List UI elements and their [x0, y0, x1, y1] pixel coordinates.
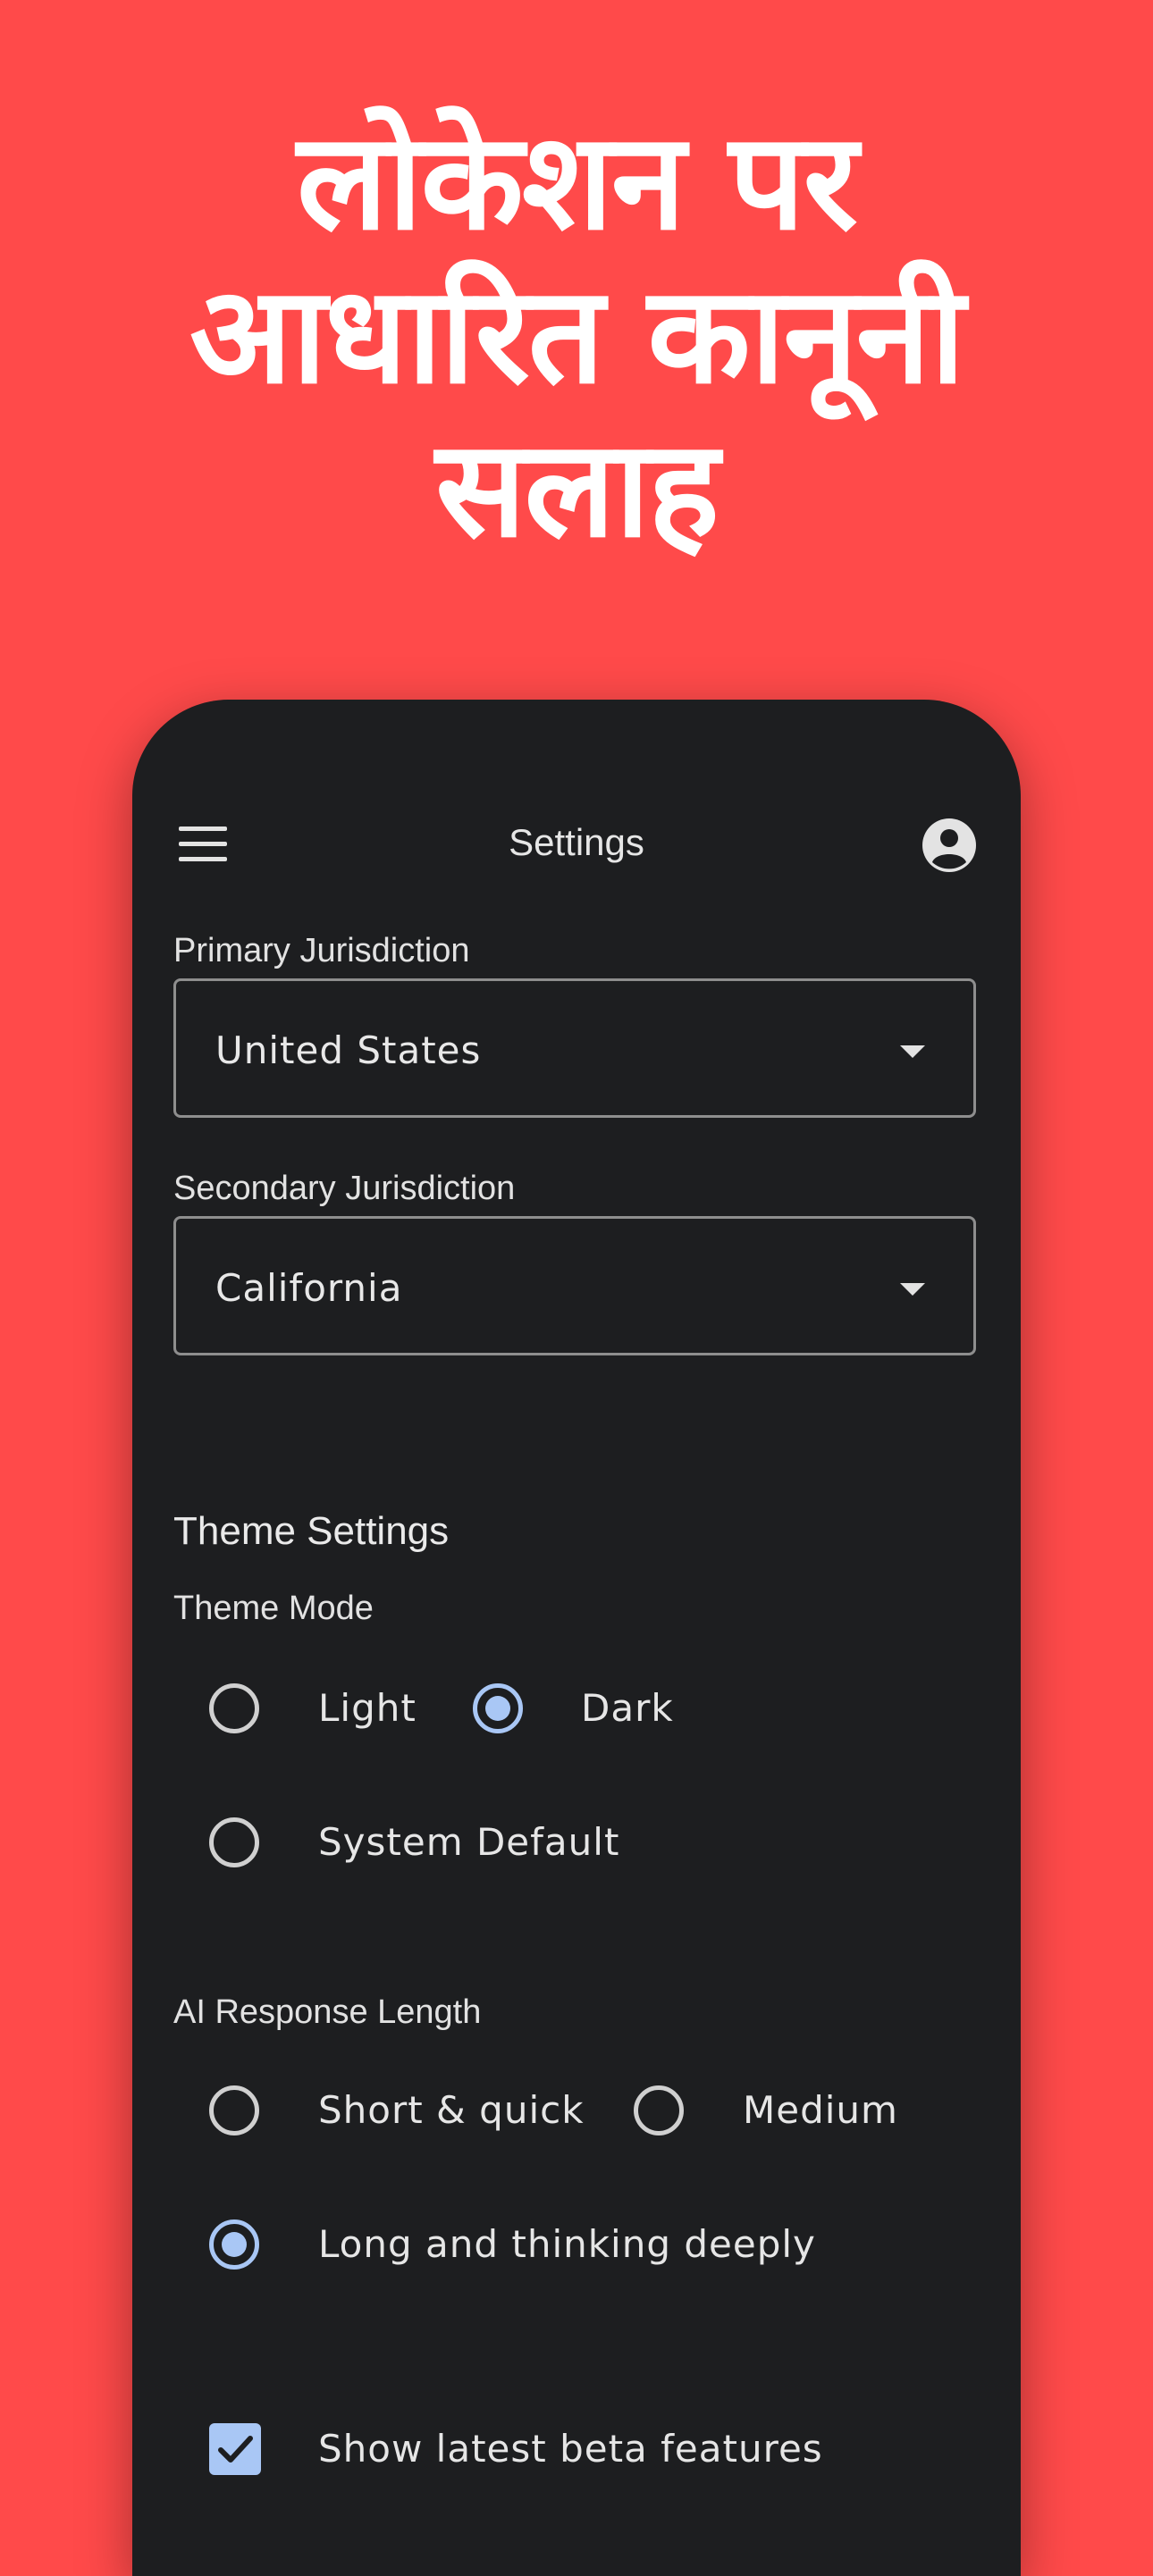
- headline-line-2: आधारित कानूनी: [189, 258, 965, 414]
- account-circle-icon[interactable]: [922, 818, 977, 873]
- headline-line-3: सलाह: [435, 412, 720, 567]
- secondary-jurisdiction-dropdown[interactable]: California: [173, 1216, 976, 1355]
- response-medium-label[interactable]: Medium: [743, 2085, 898, 2135]
- theme-settings-heading: Theme Settings: [173, 1509, 450, 1553]
- theme-system-default-radio[interactable]: [209, 1817, 259, 1867]
- primary-jurisdiction-label: Primary Jurisdiction: [173, 932, 470, 969]
- response-long-label[interactable]: Long and thinking deeply: [318, 2219, 816, 2270]
- secondary-jurisdiction-value: California: [215, 1266, 403, 1310]
- theme-light-label[interactable]: Light: [318, 1683, 417, 1733]
- app-bar: Settings: [132, 700, 1021, 896]
- beta-features-label[interactable]: Show latest beta features: [318, 2424, 823, 2474]
- theme-dark-radio[interactable]: [473, 1683, 523, 1733]
- theme-dark-label[interactable]: Dark: [581, 1683, 674, 1733]
- theme-mode-label: Theme Mode: [173, 1590, 374, 1627]
- checkmark-icon: [218, 2436, 253, 2463]
- response-medium-radio[interactable]: [634, 2085, 684, 2135]
- chevron-down-icon: [900, 1045, 925, 1058]
- theme-system-default-label[interactable]: System Default: [318, 1817, 619, 1867]
- page-title: Settings: [509, 821, 644, 863]
- response-long-radio[interactable]: [209, 2219, 259, 2270]
- headline-line-1: लोकेशन पर: [297, 105, 858, 260]
- promo-headline: लोकेशन पर आधारित कानूनी सलाह: [0, 105, 1153, 566]
- primary-jurisdiction-dropdown[interactable]: United States: [173, 978, 976, 1118]
- ai-response-length-label: AI Response Length: [173, 1993, 482, 2031]
- beta-features-checkbox[interactable]: [209, 2423, 261, 2475]
- chevron-down-icon: [900, 1283, 925, 1296]
- phone-frame: Settings Primary Jurisdiction United Sta…: [132, 700, 1021, 2576]
- response-short-label[interactable]: Short & quick: [318, 2085, 585, 2135]
- secondary-jurisdiction-label: Secondary Jurisdiction: [173, 1170, 516, 1207]
- theme-light-radio[interactable]: [209, 1683, 259, 1733]
- response-short-radio[interactable]: [209, 2085, 259, 2135]
- primary-jurisdiction-value: United States: [215, 1028, 482, 1072]
